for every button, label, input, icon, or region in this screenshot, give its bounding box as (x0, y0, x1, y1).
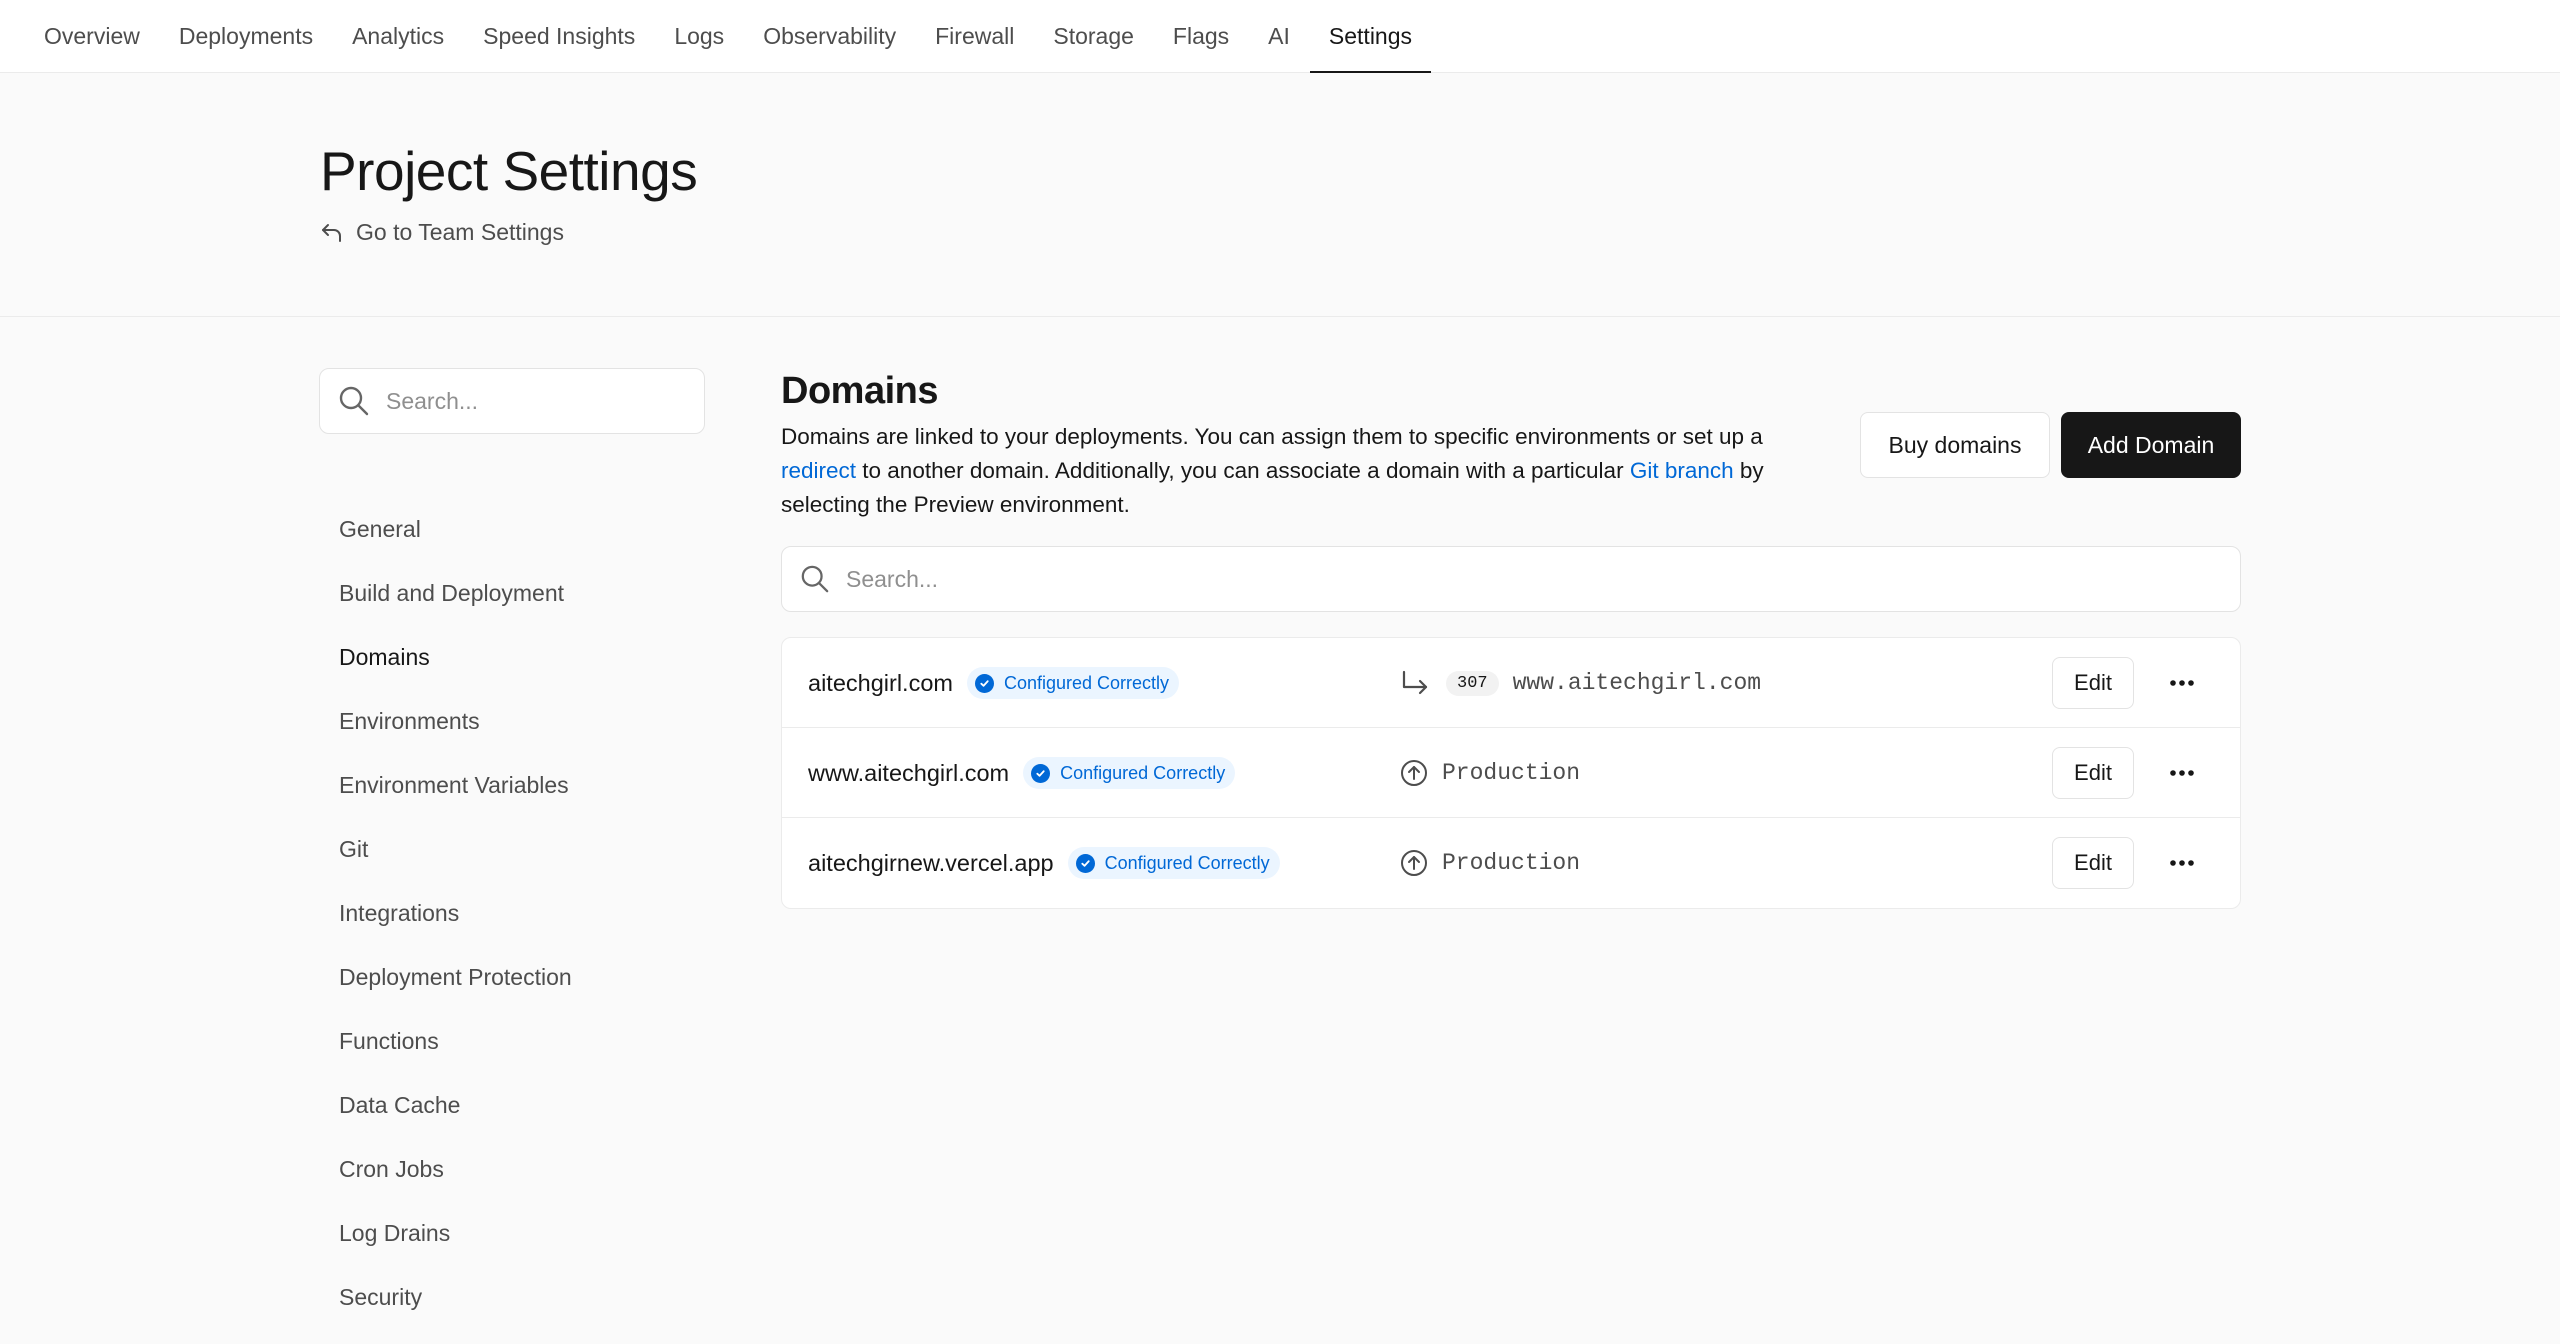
page-header: Project Settings Go to Team Settings (0, 73, 2560, 317)
tab-settings[interactable]: Settings (1309, 0, 1432, 74)
more-options-button[interactable] (2164, 845, 2200, 881)
sidebar-item-deployment-protection[interactable]: Deployment Protection (339, 960, 572, 1024)
top-nav: Overview Deployments Analytics Speed Insigh… (0, 0, 2560, 74)
tab-overview[interactable]: Overview (44, 0, 140, 73)
return-arrow-icon (322, 223, 341, 242)
go-to-team-settings-link[interactable]: Go to Team Settings (320, 219, 564, 246)
domain-target: Production (1400, 818, 1580, 908)
sidebar-item-log-drains[interactable]: Log Drains (339, 1216, 572, 1280)
tab-storage[interactable]: Storage (1053, 0, 1134, 73)
edit-button[interactable]: Edit (2052, 657, 2134, 709)
domain-name[interactable]: aitechgirl.com (808, 670, 953, 697)
check-circle-icon (974, 673, 994, 693)
edit-button[interactable]: Edit (2052, 837, 2134, 889)
domain-name-group: www.aitechgirl.com Configured Correctly (808, 728, 1236, 818)
more-options-button[interactable] (2164, 665, 2200, 701)
search-icon (801, 565, 829, 593)
sidebar-item-data-cache[interactable]: Data Cache (339, 1088, 572, 1152)
domain-row: aitechgirl.com Configured Correctly 307 www… (782, 638, 2240, 728)
redirect-link[interactable]: redirect (781, 458, 856, 483)
domains-search[interactable] (781, 546, 2241, 612)
add-domain-button[interactable]: Add Domain (2061, 412, 2241, 478)
tab-firewall[interactable]: Firewall (935, 0, 1014, 73)
tab-speed-insights[interactable]: Speed Insights (483, 0, 635, 73)
domain-target: 307 www.aitechgirl.com (1400, 638, 1761, 728)
sidebar-item-cron-jobs[interactable]: Cron Jobs (339, 1152, 572, 1216)
status-label: Configured Correctly (1003, 672, 1170, 693)
domain-name-group: aitechgirl.com Configured Correctly (808, 638, 1180, 728)
production-arrow-up-icon (1401, 850, 1427, 876)
top-nav-tabs: Overview Deployments Analytics Speed Insigh… (44, 0, 1450, 74)
domain-name[interactable]: www.aitechgirl.com (808, 760, 1009, 787)
tab-logs[interactable]: Logs (674, 0, 724, 73)
status-badge: Configured Correctly (1067, 847, 1280, 879)
sidebar-item-environment-variables[interactable]: Environment Variables (339, 768, 572, 832)
domain-row: www.aitechgirl.com Configured Correctly Pr… (782, 728, 2240, 818)
tab-deployments[interactable]: Deployments (179, 0, 313, 73)
sidebar-item-general[interactable]: General (339, 512, 572, 576)
buy-domains-button[interactable]: Buy domains (1860, 412, 2050, 478)
status-badge: Configured Correctly (966, 667, 1180, 699)
ellipsis-icon (2170, 770, 2194, 776)
check-circle-icon (1075, 853, 1095, 873)
edit-button[interactable]: Edit (2052, 747, 2134, 799)
environment-label: Production (1442, 850, 1581, 876)
more-options-button[interactable] (2164, 755, 2200, 791)
page-title: Project Settings (320, 140, 698, 202)
tab-flags[interactable]: Flags (1173, 0, 1229, 73)
status-label: Configured Correctly (1060, 762, 1226, 783)
sidebar-item-build-and-deployment[interactable]: Build and Deployment (339, 576, 572, 640)
domain-target: Production (1400, 728, 1580, 818)
section-description: Domains are linked to your deployments. … (781, 424, 1764, 517)
sidebar-search[interactable] (319, 368, 705, 434)
sidebar-item-security[interactable]: Security (339, 1280, 572, 1344)
check-circle-icon (1031, 763, 1051, 783)
status-label: Configured Correctly (1104, 852, 1270, 873)
sidebar-item-integrations[interactable]: Integrations (339, 896, 572, 960)
ellipsis-icon (2170, 680, 2194, 686)
tab-observability[interactable]: Observability (763, 0, 896, 73)
redirect-arrow-icon (1402, 670, 1428, 695)
ellipsis-icon (2170, 860, 2194, 866)
environment-label: Production (1442, 760, 1581, 786)
domains-search-input[interactable] (846, 565, 2146, 593)
sidebar-item-environments[interactable]: Environments (339, 704, 572, 768)
back-link-label: Go to Team Settings (356, 219, 564, 245)
settings-sidebar-nav: General Build and Deployment Domains Enviro… (339, 512, 572, 1344)
tab-analytics[interactable]: Analytics (352, 0, 444, 73)
sidebar-item-git[interactable]: Git (339, 832, 572, 896)
domain-list: aitechgirl.com Configured Correctly 307 www… (781, 637, 2241, 909)
production-arrow-up-icon (1401, 760, 1427, 786)
domain-name[interactable]: aitechgirnew.vercel.app (808, 850, 1054, 877)
sidebar-item-functions[interactable]: Functions (339, 1024, 572, 1088)
status-badge: Configured Correctly (1023, 757, 1236, 789)
sidebar-search-input[interactable] (386, 387, 686, 415)
tab-ai[interactable]: AI (1268, 0, 1290, 73)
domain-name-group: aitechgirnew.vercel.app Configured Correc… (808, 818, 1280, 908)
redirect-target: www.aitechgirl.com (1512, 670, 1762, 696)
sidebar-item-domains[interactable]: Domains (339, 640, 572, 704)
git-branch-link[interactable]: Git branch (1630, 458, 1734, 483)
search-icon (339, 386, 369, 416)
domains-section: Domains Domains are linked to your deplo… (781, 370, 2241, 909)
redirect-status-code: 307 (1446, 670, 1499, 696)
domain-row: aitechgirnew.vercel.app Configured Correc… (782, 818, 2240, 908)
section-title: Domains (781, 370, 938, 412)
